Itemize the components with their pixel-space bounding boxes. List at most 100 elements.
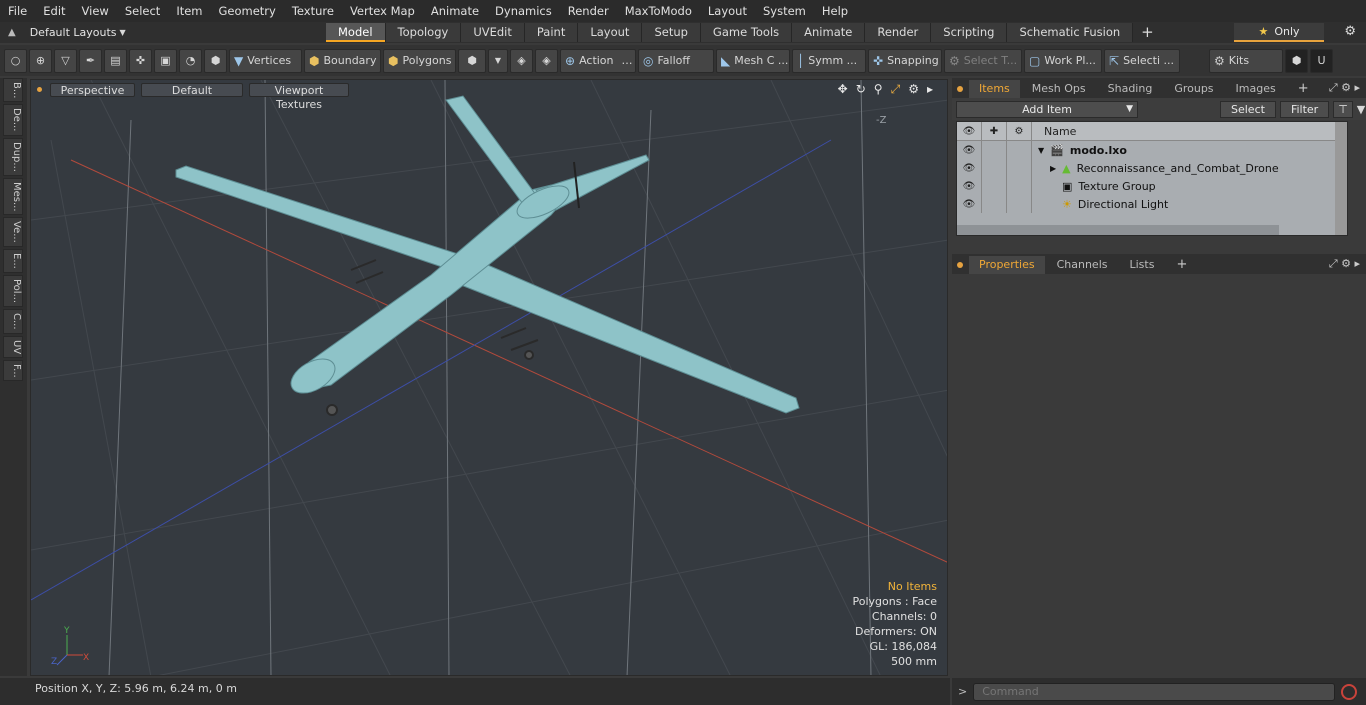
tree-row-light[interactable]: 👁 ☀ Directional Light (957, 195, 1347, 213)
expand-arrow-icon[interactable]: ▼ (1038, 146, 1044, 155)
tree-row-texture-group[interactable]: 👁 ▣ Texture Group (957, 177, 1347, 195)
clock-icon[interactable]: ◔ (179, 48, 202, 73)
snapping-button[interactable]: ✜ Snapping (868, 48, 942, 73)
menu-edit[interactable]: Edit (35, 0, 73, 22)
menu-maxtomodo[interactable]: MaxToModo (617, 0, 700, 22)
material-cube-icon[interactable]: ⬢ (458, 48, 486, 73)
tab-mesh-ops[interactable]: Mesh Ops (1022, 80, 1096, 98)
menu-animate[interactable]: Animate (423, 0, 487, 22)
menu-system[interactable]: System (755, 0, 814, 22)
tab-schematic-fusion[interactable]: Schematic Fusion (1007, 23, 1134, 42)
lock-header-icon[interactable]: ✚ (982, 122, 1007, 140)
boundary-button[interactable]: ⬢ Boundary (304, 48, 381, 73)
work-plane-button[interactable]: ▢ Work Pl... (1024, 48, 1102, 73)
viewport-textures-button[interactable]: Viewport Textures (249, 82, 349, 111)
tab-scripting[interactable]: Scripting (931, 23, 1008, 42)
panel-expand-gear-icon[interactable]: ⤢ ⚙ ▸ (1329, 81, 1360, 95)
add-tab-icon[interactable]: + (1133, 23, 1162, 42)
tab-groups[interactable]: Groups (1164, 80, 1223, 98)
square-circle-icon[interactable]: ▣ (154, 48, 177, 73)
globe-icon[interactable]: ⊕ (29, 48, 52, 73)
vtab-mesh-edit[interactable]: Mes... (3, 177, 23, 216)
menu-geometry[interactable]: Geometry (211, 0, 284, 22)
mesh-constraint-button[interactable]: ◣ Mesh C ... (716, 48, 790, 73)
collapse-up-icon[interactable]: ▲ (8, 27, 16, 38)
tab-animate[interactable]: Animate (792, 23, 866, 42)
tab-game-tools[interactable]: Game Tools (700, 23, 793, 42)
vtab-basic[interactable]: B... (3, 78, 23, 103)
tree-row-mesh[interactable]: 👁 ▶ ▲ Reconnaissance_and_Combat_Drone (957, 159, 1347, 177)
tab-topology[interactable]: Topology (385, 23, 462, 42)
align-icon[interactable]: ▤ (104, 48, 127, 73)
name-column-header[interactable]: Name (1032, 125, 1076, 138)
eye-icon[interactable]: 👁 (957, 177, 982, 195)
layout-selector[interactable]: ▲ Default Layouts ▼ (0, 26, 326, 39)
panel-expand-gear-icon[interactable]: ⤢ ⚙ ▸ (1329, 257, 1360, 271)
tab-paint[interactable]: Paint (524, 23, 579, 42)
shield-icon[interactable]: ◈ (510, 48, 533, 73)
symmetry-button[interactable]: │ Symm ... (792, 48, 866, 73)
add-panel-tab-icon[interactable]: + (1288, 80, 1319, 98)
tree-hscrollbar[interactable] (957, 225, 1279, 235)
action-center-button[interactable]: ⊕ Action… (560, 48, 636, 73)
tab-render[interactable]: Render (865, 23, 932, 42)
eye-icon[interactable]: 👁 (957, 141, 982, 159)
move-view-icon[interactable]: ✥ (838, 82, 848, 97)
record-icon[interactable] (1341, 683, 1358, 700)
drone-model[interactable] (175, 95, 800, 414)
tab-setup[interactable]: Setup (642, 23, 701, 42)
center-icon[interactable]: ✜ (129, 48, 152, 73)
visibility-header-icon[interactable]: 👁 (957, 122, 982, 140)
pen-icon[interactable]: ▽ (54, 48, 77, 73)
menu-vertex-map[interactable]: Vertex Map (342, 0, 423, 22)
tab-lists[interactable]: Lists (1120, 256, 1165, 274)
shading-button[interactable]: Default (141, 82, 243, 97)
eye-icon[interactable]: 👁 (957, 195, 982, 213)
menu-layout[interactable]: Layout (700, 0, 755, 22)
vertices-button[interactable]: ▼ Vertices (229, 48, 302, 73)
3d-viewport[interactable]: Perspective Default Viewport Textures ✥ … (30, 79, 948, 676)
maximize-icon[interactable]: ⤢ (891, 82, 901, 97)
polygons-button[interactable]: ⬢ Polygons (383, 48, 456, 73)
command-input[interactable] (973, 682, 1336, 701)
eye-icon[interactable]: 👁 (957, 159, 982, 177)
vtab-edge[interactable]: E... (3, 249, 23, 273)
menu-file[interactable]: File (0, 0, 35, 22)
play-arrow-icon[interactable]: ▸ (927, 82, 933, 97)
tab-uvedit[interactable]: UVEdit (461, 23, 525, 42)
only-button[interactable]: ★ Only (1234, 23, 1324, 42)
add-item-button[interactable]: Add Item ▼ (956, 100, 1138, 118)
menu-select[interactable]: Select (117, 0, 168, 22)
tab-properties[interactable]: Properties (969, 256, 1045, 274)
expand-arrow-icon[interactable]: ▶ (1050, 164, 1056, 173)
menu-view[interactable]: View (74, 0, 117, 22)
falloff-button[interactable]: ◎ Falloff (638, 48, 714, 73)
tab-shading[interactable]: Shading (1098, 80, 1163, 98)
menu-texture[interactable]: Texture (284, 0, 342, 22)
vtab-polygon[interactable]: Pol... (3, 274, 23, 307)
selection-sets-button[interactable]: ⇱ Selecti ... (1104, 48, 1180, 73)
unreal-icon[interactable]: U (1310, 48, 1333, 73)
tab-channels[interactable]: Channels (1047, 256, 1118, 274)
brush-icon[interactable]: ✒ (79, 48, 102, 73)
zoom-icon[interactable]: ⚲ (874, 82, 883, 97)
collapse-icon[interactable]: ⊤ (1333, 100, 1353, 118)
circle-select-icon[interactable]: ○ (4, 48, 27, 73)
tab-images[interactable]: Images (1226, 80, 1286, 98)
select-button[interactable]: Select (1220, 100, 1276, 118)
vtab-vertex[interactable]: Ve... (3, 217, 23, 248)
vtab-fusion[interactable]: F... (3, 359, 23, 382)
gear-icon[interactable]: ⚙ (1344, 24, 1356, 39)
menu-render[interactable]: Render (560, 0, 617, 22)
view-type-button[interactable]: Perspective (50, 82, 135, 97)
type-header-icon[interactable]: ⚙ (1007, 122, 1032, 140)
select-through-button[interactable]: ⚙ Select T... (944, 48, 1022, 73)
dropdown-arrow-icon[interactable]: ▼ (488, 48, 508, 73)
add-panel-tab-icon[interactable]: + (1166, 256, 1197, 274)
tree-row-scene[interactable]: 👁 ▼ 🎬 modo.lxo (957, 141, 1347, 159)
tab-items[interactable]: Items (969, 80, 1020, 98)
filter-button[interactable]: Filter (1279, 100, 1330, 118)
vtab-curve[interactable]: C... (3, 308, 23, 334)
kits-button[interactable]: ⚙ Kits (1209, 48, 1283, 73)
shield-alt-icon[interactable]: ◈ (535, 48, 558, 73)
